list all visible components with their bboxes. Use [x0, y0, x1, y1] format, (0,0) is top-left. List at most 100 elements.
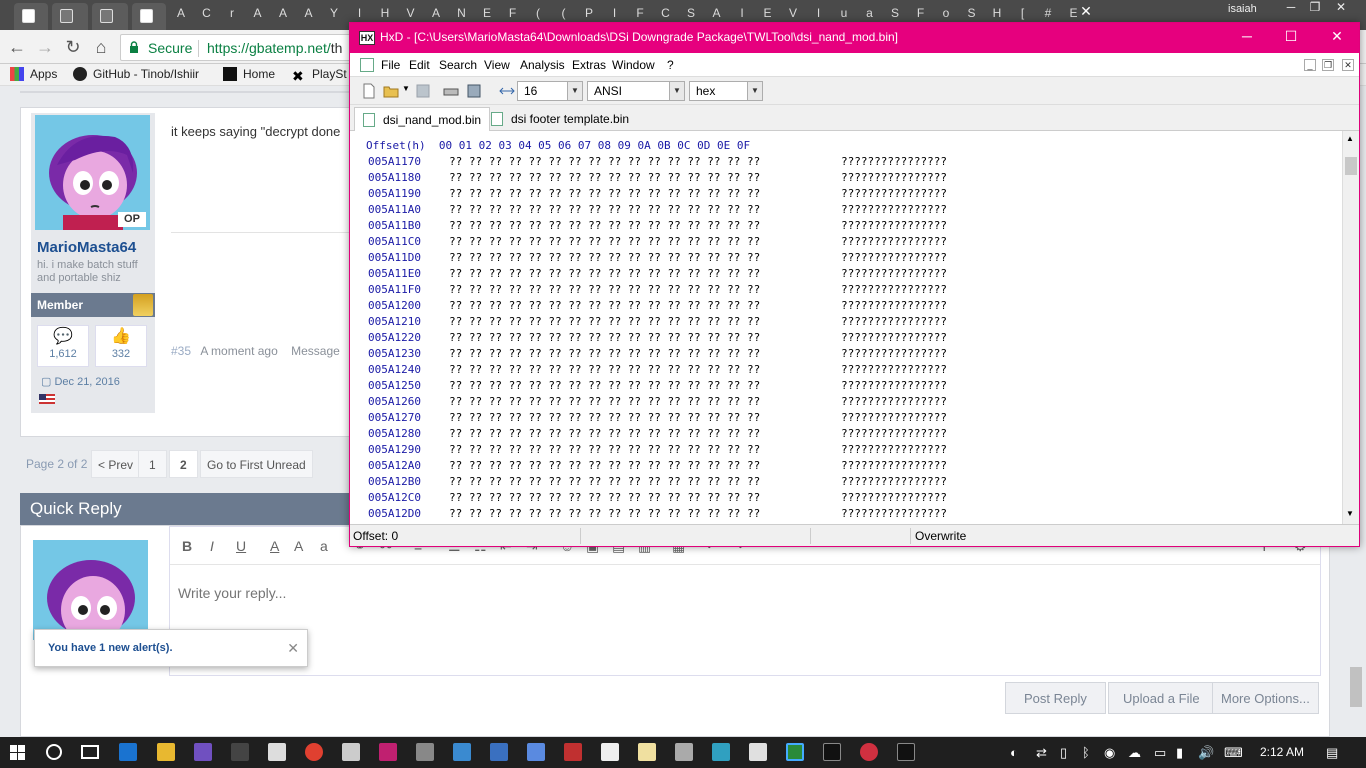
page-1-link[interactable]: 1: [138, 450, 167, 478]
browser-tab[interactable]: I: [731, 6, 753, 20]
address-bar[interactable]: Secure https://gbatemp.net/th: [120, 34, 360, 61]
hex-bytes[interactable]: ?? ?? ?? ?? ?? ?? ?? ?? ?? ?? ?? ?? ?? ?…: [449, 459, 760, 472]
menu-help[interactable]: ?: [667, 58, 674, 72]
menu-window[interactable]: Window: [612, 58, 655, 72]
hex-ascii[interactable]: ????????????????: [841, 299, 947, 312]
menu-analysis[interactable]: Analysis: [520, 58, 565, 72]
browser-tab[interactable]: A: [247, 6, 269, 20]
hex-ascii[interactable]: ????????????????: [841, 395, 947, 408]
post-reply-button[interactable]: Post Reply: [1005, 682, 1106, 714]
app-icon[interactable]: [416, 743, 434, 761]
hex-row[interactable]: 005A11D0 ?? ?? ?? ?? ?? ?? ?? ?? ?? ?? ??…: [368, 251, 947, 267]
browser-tab[interactable]: S: [961, 6, 983, 20]
hex-ascii[interactable]: ????????????????: [841, 507, 947, 520]
cmd-icon[interactable]: [897, 743, 915, 761]
dropdown-arrow-icon[interactable]: ▼: [402, 84, 410, 93]
app-icon[interactable]: [453, 743, 471, 761]
hex-ascii[interactable]: ????????????????: [841, 171, 947, 184]
browser-tab[interactable]: H: [986, 6, 1008, 20]
like-count[interactable]: 👍 332: [95, 325, 147, 367]
hex-ascii[interactable]: ????????????????: [841, 235, 947, 248]
italic-icon[interactable]: I: [210, 538, 214, 554]
app-icon[interactable]: [712, 743, 730, 761]
close-window-icon[interactable]: ✕: [1330, 0, 1352, 16]
visual-studio-icon[interactable]: [194, 743, 212, 761]
hex-row[interactable]: 005A11F0 ?? ?? ?? ?? ?? ?? ?? ?? ?? ?? ??…: [368, 283, 947, 299]
browser-tab[interactable]: r: [221, 6, 243, 20]
app-icon[interactable]: [638, 743, 656, 761]
keyboard-icon[interactable]: ⌨: [1224, 745, 1243, 761]
first-unread-link[interactable]: Go to First Unread: [200, 450, 313, 478]
open-folder-icon[interactable]: [383, 83, 399, 99]
hex-ascii[interactable]: ????????????????: [841, 251, 947, 264]
hex-ascii[interactable]: ????????????????: [841, 331, 947, 344]
tab-dsi-nand-mod[interactable]: dsi_nand_mod.bin: [354, 107, 491, 131]
close-icon[interactable]: ✕: [287, 640, 299, 657]
hex-ascii[interactable]: ????????????????: [841, 283, 947, 296]
post-time[interactable]: A moment ago: [200, 344, 277, 358]
hex-row[interactable]: 005A12A0 ?? ?? ?? ?? ?? ?? ?? ?? ?? ?? ??…: [368, 459, 947, 475]
app-icon[interactable]: [379, 743, 397, 761]
hex-bytes[interactable]: ?? ?? ?? ?? ?? ?? ?? ?? ?? ?? ?? ?? ?? ?…: [449, 235, 760, 248]
hex-bytes[interactable]: ?? ?? ?? ?? ?? ?? ?? ?? ?? ?? ?? ?? ?? ?…: [449, 267, 760, 280]
hex-bytes[interactable]: ?? ?? ?? ?? ?? ?? ?? ?? ?? ?? ?? ?? ?? ?…: [449, 315, 760, 328]
hex-bytes[interactable]: ?? ?? ?? ?? ?? ?? ?? ?? ?? ?? ?? ?? ?? ?…: [449, 251, 760, 264]
browser-tab[interactable]: S: [680, 6, 702, 20]
menu-file[interactable]: File: [381, 58, 400, 72]
hex-bytes[interactable]: ?? ?? ?? ?? ?? ?? ?? ?? ?? ?? ?? ?? ?? ?…: [449, 283, 760, 296]
browser-tab[interactable]: o: [935, 6, 957, 20]
message-link[interactable]: Message: [291, 344, 340, 358]
volume-icon[interactable]: 🔊: [1198, 745, 1214, 761]
hxd-taskbar-icon[interactable]: [786, 743, 804, 761]
tray-icon[interactable]: ◉: [1104, 745, 1115, 761]
hex-bytes[interactable]: ?? ?? ?? ?? ?? ?? ?? ?? ?? ?? ?? ?? ?? ?…: [449, 203, 760, 216]
tab-dsi-footer-template[interactable]: dsi footer template.bin: [483, 107, 637, 131]
browser-tab[interactable]: F: [502, 6, 524, 20]
hex-row[interactable]: 005A1270 ?? ?? ?? ?? ?? ?? ?? ?? ?? ?? ??…: [368, 411, 947, 427]
hex-bytes[interactable]: ?? ?? ?? ?? ?? ?? ?? ?? ?? ?? ?? ?? ?? ?…: [449, 219, 760, 232]
menu-edit[interactable]: Edit: [409, 58, 430, 72]
browser-tab[interactable]: V: [782, 6, 804, 20]
chrome-icon[interactable]: [305, 743, 323, 761]
hex-view[interactable]: Offset(h) 00 01 02 03 04 05 06 07 08 09 …: [350, 131, 1342, 524]
app-icon[interactable]: [749, 743, 767, 761]
bookmark-home[interactable]: Home: [223, 67, 275, 81]
home-icon[interactable]: ⌂: [90, 36, 112, 58]
browser-tab[interactable]: F: [910, 6, 932, 20]
store-icon[interactable]: [268, 743, 286, 761]
back-icon[interactable]: ←: [6, 36, 28, 58]
hex-bytes[interactable]: ?? ?? ?? ?? ?? ?? ?? ?? ?? ?? ?? ?? ?? ?…: [449, 331, 760, 344]
windows-start-icon[interactable]: [10, 745, 25, 760]
restore-icon[interactable]: ❐: [1304, 0, 1326, 16]
hex-ascii[interactable]: ????????????????: [841, 411, 947, 424]
upload-file-button[interactable]: Upload a File: [1108, 682, 1215, 714]
task-view-icon[interactable]: [81, 745, 99, 759]
bold-icon[interactable]: B: [182, 538, 192, 554]
close-icon[interactable]: ✕: [1322, 28, 1352, 48]
scroll-down-icon[interactable]: ▼: [1346, 509, 1354, 518]
bytes-per-row-select[interactable]: 16 ▼: [517, 81, 583, 101]
hex-row[interactable]: 005A1180 ?? ?? ?? ?? ?? ?? ?? ?? ?? ?? ??…: [368, 171, 947, 187]
app-icon[interactable]: [231, 743, 249, 761]
app-icon[interactable]: [601, 743, 619, 761]
hex-ascii[interactable]: ????????????????: [841, 443, 947, 456]
browser-tab[interactable]: Y: [323, 6, 345, 20]
doc-restore-icon[interactable]: ❐: [1322, 59, 1334, 71]
hex-ascii[interactable]: ????????????????: [841, 267, 947, 280]
app-icon[interactable]: [564, 743, 582, 761]
hex-ascii[interactable]: ????????????????: [841, 347, 947, 360]
network-share-icon[interactable]: ⇄: [1036, 745, 1047, 761]
hex-bytes[interactable]: ?? ?? ?? ?? ?? ?? ?? ?? ?? ?? ?? ?? ?? ?…: [449, 395, 760, 408]
app-icon[interactable]: [675, 743, 693, 761]
browser-tab[interactable]: [: [1012, 6, 1034, 20]
offset-base-select[interactable]: hex ▼: [689, 81, 763, 101]
hex-row[interactable]: 005A12B0 ?? ?? ?? ?? ?? ?? ?? ?? ?? ?? ??…: [368, 475, 947, 491]
save-icon[interactable]: [415, 83, 431, 99]
action-center-icon[interactable]: ▤: [1326, 745, 1338, 761]
browser-tab[interactable]: H: [374, 6, 396, 20]
browser-tab[interactable]: I: [808, 6, 830, 20]
hex-bytes[interactable]: ?? ?? ?? ?? ?? ?? ?? ?? ?? ?? ?? ?? ?? ?…: [449, 427, 760, 440]
browser-tab[interactable]: [14, 3, 48, 30]
browser-tab[interactable]: E: [476, 6, 498, 20]
hex-bytes[interactable]: ?? ?? ?? ?? ?? ?? ?? ?? ?? ?? ?? ?? ?? ?…: [449, 507, 760, 520]
